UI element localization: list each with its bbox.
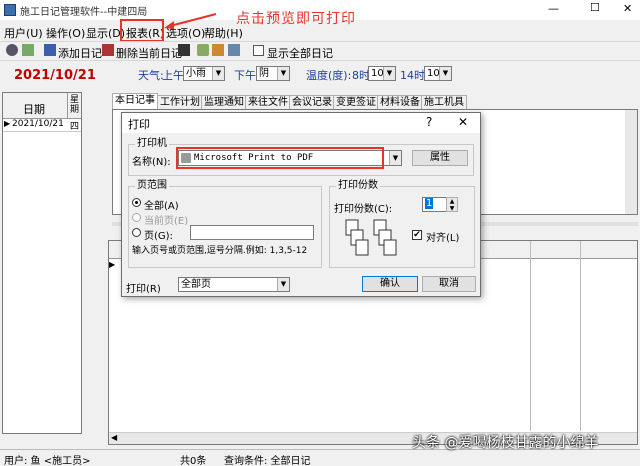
grid-column-divider-2 [580, 241, 581, 431]
print-icon[interactable] [197, 44, 209, 56]
tab-today[interactable]: 本日记事 [112, 93, 158, 109]
app-icon [4, 4, 16, 16]
list-header-date: 日期 [23, 103, 45, 116]
vertical-scrollbar[interactable] [625, 110, 637, 214]
row-pointer-icon: ▶ [4, 119, 11, 128]
watermark: 头条 @爱喝杨枝甘露的小绵羊 [412, 435, 599, 451]
range-pages-input[interactable] [190, 225, 314, 240]
print-dialog: 打印 ? ✕ 打印机 名称(N): Microsoft Print to PDF… [121, 112, 481, 297]
copies-spinner[interactable]: ▲ ▼ [446, 197, 458, 212]
print-what-label: 打印(R) [126, 284, 161, 295]
maximize-button[interactable]: ☐ [590, 1, 600, 14]
tab-changes[interactable]: 变更签证 [333, 95, 379, 109]
dialog-title: 打印 [128, 118, 150, 131]
dialog-title-bar: 打印 ? ✕ [122, 113, 480, 133]
copies-group-label: 打印份数 [336, 180, 380, 192]
tools-icon[interactable] [22, 44, 34, 56]
gear-icon[interactable] [6, 44, 18, 56]
chevron-down-icon: ▼ [439, 67, 451, 80]
annotation-text: 点击预览即可打印 [236, 11, 356, 27]
window-title: 施工日记管理软件--中建四局 [20, 7, 148, 18]
weather-pm-select[interactable]: 阴 ▼ [256, 66, 290, 81]
status-user: 用户: 鱼 <施工员> [4, 456, 91, 466]
temp-14-label: 14时 [400, 69, 425, 82]
range-current-label: 当前页(E) [144, 216, 189, 227]
delete-diary-button[interactable]: 删除当前日记 [116, 45, 182, 61]
printer-highlight [176, 147, 384, 169]
status-query: 查询条件: 全部日记 [224, 456, 311, 466]
range-all-radio[interactable] [132, 198, 141, 207]
temp-8-select[interactable]: 10 ▼ [368, 66, 396, 81]
add-diary-icon [44, 44, 56, 56]
tab-meetings[interactable]: 会议记录 [289, 95, 335, 109]
weather-pm-value: 阴 [259, 68, 269, 79]
copies-label: 打印份数(C): [334, 204, 393, 215]
chevron-down-icon: ▼ [389, 151, 401, 165]
grid-row-pointer: ▶ [109, 260, 116, 269]
header-divider [67, 93, 68, 119]
menu-user[interactable]: 用户(U) [4, 25, 43, 41]
status-count: 共0条 [180, 456, 207, 466]
minimize-button[interactable]: — [548, 2, 559, 15]
chevron-down-icon: ▼ [277, 67, 289, 80]
annotation-arrow [164, 13, 217, 29]
tab-plan[interactable]: 工作计划 [157, 95, 203, 109]
chevron-down-icon: ▼ [212, 67, 224, 80]
collate-label: 对齐(L) [426, 233, 460, 244]
weather-label: 天气: [138, 69, 164, 82]
page-range-label: 页范围 [135, 180, 169, 192]
weather-am-label: 上午 [162, 69, 184, 82]
range-pages-radio[interactable] [132, 228, 141, 237]
range-all-label: 全部(A) [144, 201, 179, 212]
collate-checkbox[interactable]: ✔ [412, 230, 422, 240]
delete-diary-icon [102, 44, 114, 56]
tab-materials[interactable]: 材料设备 [377, 95, 423, 109]
ok-button[interactable]: 确认 [362, 276, 418, 292]
copies-value: 1 [425, 198, 434, 209]
show-all-label: 显示全部日记 [267, 47, 333, 60]
tab-supervision[interactable]: 监理通知 [201, 95, 247, 109]
range-current-radio[interactable] [132, 213, 141, 222]
collate-pages-icon [345, 219, 397, 256]
show-all-checkbox[interactable] [253, 45, 264, 56]
scroll-left-icon[interactable]: ◀ [111, 433, 117, 442]
weather-am-select[interactable]: 小雨 ▼ [183, 66, 225, 81]
grid-column-divider [530, 241, 531, 431]
chevron-down-icon: ▼ [277, 278, 289, 291]
properties-button[interactable]: 属性 [412, 150, 468, 166]
weather-pm-label: 下午 [234, 69, 256, 82]
temp-14-value: 10 [427, 68, 440, 79]
cancel-button[interactable]: 取消 [422, 276, 476, 292]
export-icon[interactable] [228, 44, 240, 56]
table-row[interactable]: ▶ 2021/10/21 四 [3, 119, 81, 132]
close-button[interactable]: ✕ [623, 2, 632, 15]
current-date: 2021/10/21 [14, 68, 96, 83]
print-what-value: 全部页 [181, 279, 211, 290]
chevron-down-icon: ▼ [383, 67, 395, 80]
printer-group-label: 打印机 [135, 138, 169, 150]
range-pages-label: 页(G): [144, 231, 173, 242]
report-menu-highlight [120, 19, 164, 42]
dialog-help-button[interactable]: ? [426, 115, 432, 129]
temp-14-select[interactable]: 10 ▼ [424, 66, 452, 81]
add-diary-button[interactable]: 添加日记 [58, 45, 102, 61]
print-what-select[interactable]: 全部页 ▼ [178, 277, 290, 292]
temp-8-value: 10 [371, 68, 384, 79]
dialog-close-button[interactable]: ✕ [458, 115, 468, 129]
list-header-week: 星期 [70, 95, 80, 115]
date-list: 日期 星期 ▶ 2021/10/21 四 [2, 92, 82, 434]
menu-operate[interactable]: 操作(O) [46, 25, 85, 41]
weather-am-value: 小雨 [186, 68, 206, 79]
temperature-label: 温度(度): [306, 69, 352, 82]
save-icon[interactable] [178, 44, 190, 56]
row-date: 2021/10/21 [12, 119, 64, 129]
range-hint: 输入页号或页范围,逗号分隔.例如: 1,3,5-12 [132, 246, 308, 256]
row-week: 四 [70, 122, 80, 132]
preview-icon[interactable] [212, 44, 224, 56]
printer-name-label: 名称(N): [132, 157, 171, 168]
tab-documents[interactable]: 来往文件 [245, 95, 291, 109]
tab-machinery[interactable]: 施工机具 [421, 95, 467, 109]
